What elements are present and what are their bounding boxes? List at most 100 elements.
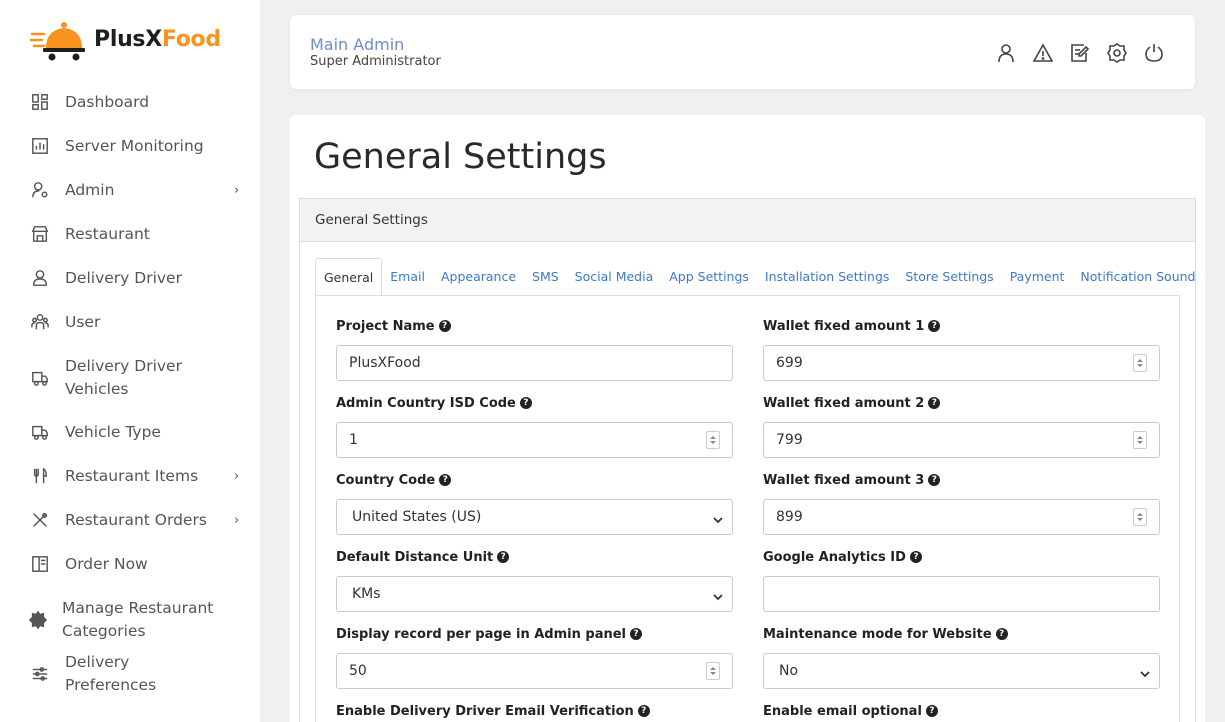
help-icon[interactable]: ?: [438, 320, 451, 332]
edit-icon[interactable]: [1069, 42, 1091, 64]
tab-payment[interactable]: Payment: [1002, 258, 1073, 296]
brand-logo[interactable]: PlusXFood: [30, 16, 221, 62]
wallet-amount-3-field: Wallet fixed amount 3?: [763, 471, 1160, 535]
tab-email[interactable]: Email: [382, 258, 433, 296]
sidebar-item-user[interactable]: User: [0, 310, 260, 334]
sidebar-item-manage-restaurant-categories[interactable]: Manage Restaurant Categories: [0, 596, 260, 644]
project-name-input[interactable]: [337, 346, 732, 380]
number-stepper[interactable]: [1133, 508, 1147, 526]
help-icon[interactable]: ?: [637, 705, 650, 717]
help-icon[interactable]: ?: [519, 397, 532, 409]
sidebar-item-label: Order Now: [65, 554, 148, 573]
warning-icon[interactable]: [1032, 42, 1054, 64]
help-icon[interactable]: ?: [439, 474, 452, 486]
help-icon[interactable]: ?: [925, 705, 938, 717]
truck-icon: [30, 422, 50, 442]
number-stepper[interactable]: [706, 431, 720, 449]
field-label: Wallet fixed amount 3: [763, 472, 925, 488]
distance-unit-select[interactable]: KMs: [337, 577, 732, 611]
number-stepper[interactable]: [1133, 354, 1147, 372]
sidebar-item-order-now[interactable]: Order Now: [0, 552, 260, 576]
sidebar-item-label: Delivery Driver: [65, 268, 182, 287]
truck-icon: [30, 368, 50, 388]
google-analytics-field: Google Analytics ID?: [763, 548, 1160, 612]
field-label: Admin Country ISD Code: [336, 395, 516, 411]
maintenance-mode-field: Maintenance mode for Website? No: [763, 625, 1160, 689]
cross-utensils-icon: [30, 510, 50, 530]
maintenance-mode-select[interactable]: No: [764, 654, 1159, 688]
help-icon[interactable]: ?: [995, 628, 1008, 640]
sidebar: PlusXFood Dashboard Server Monitoring Ad…: [0, 0, 260, 722]
settings-tabs: General Email Appearance SMS Social Medi…: [315, 258, 1203, 296]
admin-isd-input[interactable]: [337, 423, 732, 457]
wallet-amount-1-input[interactable]: [764, 346, 1159, 380]
sidebar-item-label: Dashboard: [65, 92, 150, 111]
users-icon: [30, 312, 50, 332]
help-icon[interactable]: ?: [497, 551, 510, 563]
sliders-icon: [30, 664, 50, 684]
tab-appearance[interactable]: Appearance: [433, 258, 524, 296]
tab-store-settings[interactable]: Store Settings: [897, 258, 1001, 296]
records-per-page-field: Display record per page in Admin panel?: [336, 625, 733, 689]
sidebar-item-vehicle-type[interactable]: Vehicle Type: [0, 420, 260, 444]
user-icon[interactable]: [995, 42, 1017, 64]
help-icon[interactable]: ?: [630, 628, 643, 640]
admin-name[interactable]: Main Admin: [310, 35, 404, 54]
wallet-amount-2-input[interactable]: [764, 423, 1159, 457]
store-icon: [30, 224, 50, 244]
dashboard-icon: [30, 92, 50, 112]
sidebar-item-delivery-preferences[interactable]: Delivery Preferences: [0, 653, 260, 694]
tab-app-settings[interactable]: App Settings: [661, 258, 757, 296]
power-icon[interactable]: [1143, 42, 1165, 64]
email-optional-field: Enable email optional?: [763, 702, 1160, 720]
country-code-select[interactable]: United States (US): [337, 500, 732, 534]
chevron-right-icon: ›: [234, 512, 240, 528]
gear-badge-icon: [28, 610, 48, 630]
sidebar-item-admin[interactable]: Admin ›: [0, 178, 260, 202]
tab-installation-settings[interactable]: Installation Settings: [757, 258, 897, 296]
sidebar-item-restaurant-items[interactable]: Restaurant Items ›: [0, 464, 260, 488]
chart-icon: [30, 136, 50, 156]
sidebar-item-restaurant-orders[interactable]: Restaurant Orders ›: [0, 508, 260, 532]
sidebar-item-dashboard[interactable]: Dashboard: [0, 90, 260, 114]
sidebar-item-delivery-driver-vehicles[interactable]: Delivery Driver Vehicles: [0, 354, 260, 402]
settings-icon[interactable]: [1106, 42, 1128, 64]
tab-notification-sound[interactable]: Notification Sound: [1072, 258, 1203, 296]
help-icon[interactable]: ?: [928, 397, 941, 409]
tab-social-media[interactable]: Social Media: [567, 258, 662, 296]
help-icon[interactable]: ?: [909, 551, 922, 563]
delivery-cloche-icon: [30, 22, 85, 61]
driver-email-verification-field: Enable Delivery Driver Email Verificatio…: [336, 702, 733, 720]
records-per-page-input[interactable]: [337, 654, 732, 688]
main-card: General Settings General Settings Genera…: [290, 115, 1205, 722]
field-label: Project Name: [336, 318, 435, 334]
help-icon[interactable]: ?: [928, 474, 941, 486]
brand-name-part2: Food: [161, 26, 221, 52]
menu-book-icon: [30, 554, 50, 574]
field-label: Enable email optional: [763, 703, 922, 719]
sidebar-item-label: Delivery Driver Vehicles: [65, 357, 182, 398]
user-gear-icon: [30, 180, 50, 200]
page-title: General Settings: [314, 137, 607, 177]
sidebar-item-label: Vehicle Type: [65, 422, 161, 441]
field-label: Google Analytics ID: [763, 549, 906, 565]
number-stepper[interactable]: [706, 662, 720, 680]
project-name-field: Project Name?: [336, 317, 733, 381]
wallet-amount-3-input[interactable]: [764, 500, 1159, 534]
sidebar-item-delivery-driver[interactable]: Delivery Driver: [0, 266, 260, 290]
help-icon[interactable]: ?: [928, 320, 941, 332]
tab-general[interactable]: General: [315, 258, 383, 296]
sidebar-item-restaurant[interactable]: Restaurant: [0, 222, 260, 246]
field-label: Display record per page in Admin panel: [336, 626, 627, 642]
number-stepper[interactable]: [1133, 431, 1147, 449]
settings-panel: General Settings General Email Appearanc…: [299, 198, 1196, 722]
google-analytics-input[interactable]: [764, 577, 1159, 611]
sidebar-item-label: Admin: [65, 180, 115, 199]
wallet-amount-1-field: Wallet fixed amount 1?: [763, 317, 1160, 381]
general-tab-content: Project Name? Admin Country ISD Code? Co…: [315, 295, 1180, 722]
brand-name-part1: PlusX: [94, 26, 162, 52]
sidebar-item-label: Manage Restaurant Categories: [62, 599, 214, 640]
tab-sms[interactable]: SMS: [524, 258, 567, 296]
field-label: Default Distance Unit: [336, 549, 494, 565]
sidebar-item-server-monitoring[interactable]: Server Monitoring: [0, 134, 260, 158]
